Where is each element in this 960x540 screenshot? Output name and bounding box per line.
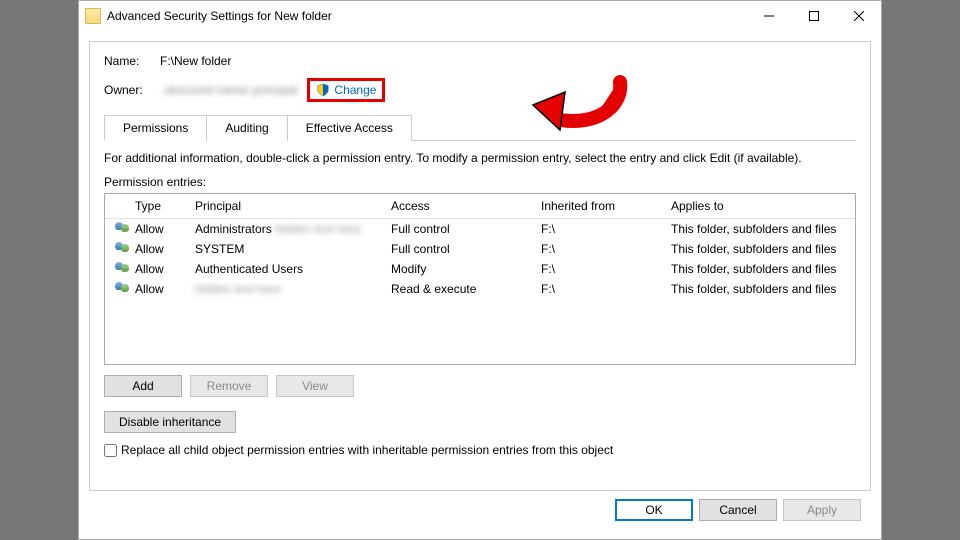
owner-row: Owner: obscured owner principal Change — [104, 78, 856, 102]
users-icon — [115, 242, 131, 256]
maximize-button[interactable] — [791, 1, 836, 31]
users-icon — [115, 262, 131, 276]
close-button[interactable] — [836, 1, 881, 31]
replace-checkbox-row: Replace all child object permission entr… — [104, 443, 856, 457]
permission-entries-label: Permission entries: — [104, 175, 856, 189]
users-icon — [115, 222, 131, 236]
cell-applies: This folder, subfolders and files — [665, 220, 855, 238]
th-applies[interactable]: Applies to — [665, 197, 855, 215]
table-row[interactable]: Allow hidden text hereRead & executeF:\T… — [105, 279, 855, 299]
minimize-button[interactable] — [746, 1, 791, 31]
cell-principal: Administrators hidden text here — [189, 220, 385, 238]
add-button[interactable]: Add — [104, 375, 182, 397]
cell-inherited: F:\ — [535, 280, 665, 298]
cell-inherited: F:\ — [535, 220, 665, 238]
titlebar: Advanced Security Settings for New folde… — [79, 1, 881, 31]
tab-effective-access[interactable]: Effective Access — [287, 115, 412, 141]
cell-inherited: F:\ — [535, 260, 665, 278]
th-access[interactable]: Access — [385, 197, 535, 215]
cell-type: Allow — [129, 220, 189, 238]
inheritance-row: Disable inheritance — [104, 411, 856, 433]
cell-applies: This folder, subfolders and files — [665, 260, 855, 278]
ok-button[interactable]: OK — [615, 499, 693, 521]
th-icon — [105, 197, 129, 215]
security-settings-window: Advanced Security Settings for New folde… — [78, 0, 882, 540]
dialog-footer: OK Cancel Apply — [89, 491, 871, 529]
view-button: View — [276, 375, 354, 397]
tab-auditing[interactable]: Auditing — [206, 115, 287, 141]
info-text: For additional information, double-click… — [104, 151, 856, 165]
th-inherited[interactable]: Inherited from — [535, 197, 665, 215]
shield-icon — [316, 83, 330, 97]
change-owner-highlight: Change — [307, 78, 385, 102]
remove-button: Remove — [190, 375, 268, 397]
content-area: Name: F:\New folder Owner: obscured owne… — [79, 31, 881, 539]
owner-value: obscured owner principal — [164, 83, 297, 97]
replace-children-label: Replace all child object permission entr… — [121, 443, 613, 457]
table-body: AllowAdministrators hidden text hereFull… — [105, 219, 855, 299]
owner-label: Owner: — [104, 83, 160, 97]
name-label: Name: — [104, 54, 160, 68]
cell-principal: Authenticated Users — [189, 260, 385, 278]
disable-inheritance-button[interactable]: Disable inheritance — [104, 411, 236, 433]
table-row[interactable]: AllowSYSTEMFull controlF:\This folder, s… — [105, 239, 855, 259]
cell-access: Modify — [385, 260, 535, 278]
cell-applies: This folder, subfolders and files — [665, 240, 855, 258]
cell-inherited: F:\ — [535, 240, 665, 258]
th-type[interactable]: Type — [129, 197, 189, 215]
cell-principal: SYSTEM — [189, 240, 385, 258]
cell-type: Allow — [129, 240, 189, 258]
window-title: Advanced Security Settings for New folde… — [107, 9, 746, 23]
cancel-button[interactable]: Cancel — [699, 499, 777, 521]
folder-icon — [85, 8, 101, 24]
table-header: Type Principal Access Inherited from App… — [105, 194, 855, 219]
cell-type: Allow — [129, 280, 189, 298]
users-icon — [115, 282, 131, 296]
cell-type: Allow — [129, 260, 189, 278]
table-row[interactable]: AllowAuthenticated UsersModifyF:\This fo… — [105, 259, 855, 279]
cell-principal: hidden text here — [189, 280, 385, 298]
tab-permissions[interactable]: Permissions — [104, 115, 207, 141]
tab-strip: Permissions Auditing Effective Access — [104, 114, 856, 141]
cell-access: Read & execute — [385, 280, 535, 298]
permissions-table: Type Principal Access Inherited from App… — [104, 193, 856, 365]
window-controls — [746, 1, 881, 31]
apply-button: Apply — [783, 499, 861, 521]
entry-buttons-row: Add Remove View — [104, 375, 856, 397]
th-principal[interactable]: Principal — [189, 197, 385, 215]
cell-access: Full control — [385, 220, 535, 238]
main-frame: Name: F:\New folder Owner: obscured owne… — [89, 41, 871, 491]
replace-children-checkbox[interactable] — [104, 444, 117, 457]
cell-access: Full control — [385, 240, 535, 258]
table-row[interactable]: AllowAdministrators hidden text hereFull… — [105, 219, 855, 239]
name-value: F:\New folder — [160, 54, 231, 68]
cell-applies: This folder, subfolders and files — [665, 280, 855, 298]
name-row: Name: F:\New folder — [104, 54, 856, 68]
change-owner-link[interactable]: Change — [334, 83, 376, 97]
